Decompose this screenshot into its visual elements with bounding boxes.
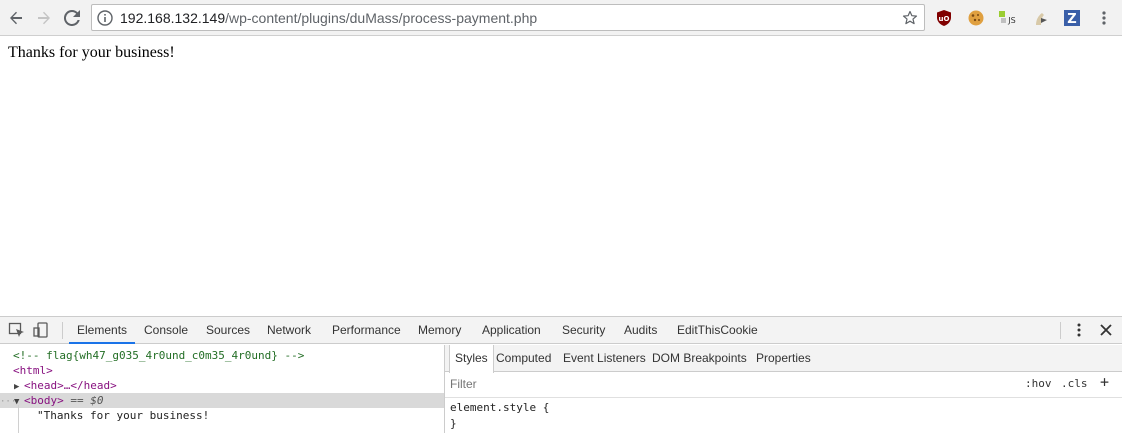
tree-guide [18, 405, 19, 433]
tab-styles[interactable]: Styles [449, 345, 494, 373]
dom-head-line[interactable]: ▶ <head>…</head> [0, 378, 444, 393]
devtools-tabbar: Elements Console Sources Network Perform… [0, 317, 1122, 344]
url-host: 192.168.132.149 [120, 10, 226, 26]
tab-properties[interactable]: Properties [756, 345, 811, 372]
forward-button[interactable] [32, 6, 56, 30]
cookie-icon [968, 10, 984, 26]
browser-toolbar: 192.168.132.149/wp-content/plugins/duMas… [0, 0, 1122, 36]
body-text-node: "Thanks for your business! [37, 409, 210, 422]
reload-button[interactable] [60, 6, 84, 30]
page-body-text: Thanks for your business! [8, 44, 175, 61]
tab-security[interactable]: Security [562, 317, 605, 344]
info-icon[interactable] [97, 10, 113, 26]
devtools-menu-icon[interactable] [1070, 322, 1088, 338]
tab-computed[interactable]: Computed [496, 345, 551, 372]
tab-elements[interactable]: Elements [68, 317, 136, 344]
devtools-panel: Elements Console Sources Network Perform… [0, 316, 1122, 433]
zotero-badge: Z [1067, 12, 1076, 27]
tab-audits[interactable]: Audits [624, 317, 657, 344]
kebab-menu-icon [1102, 11, 1106, 25]
element-style-open[interactable]: element.style { [450, 400, 549, 415]
stylus-icon [1036, 13, 1047, 25]
back-button[interactable] [4, 6, 28, 30]
tab-network[interactable]: Network [267, 317, 311, 344]
bookmark-star-icon[interactable] [902, 10, 918, 26]
close-devtools-icon[interactable] [1097, 322, 1115, 338]
html-tag: <html> [13, 364, 53, 377]
zotero-icon: Z [1064, 10, 1080, 27]
body-tag: <body> [24, 394, 64, 407]
browser-menu-button[interactable] [1094, 8, 1114, 28]
new-style-rule-button[interactable]: + [1100, 373, 1109, 391]
stylus-extension[interactable] [1030, 8, 1050, 28]
dom-comment-line[interactable]: <!-- flag{wh47_g035_4r0und_c0m35_4r0und}… [0, 348, 444, 363]
element-style-close: } [450, 417, 457, 430]
ublock-extension[interactable]: uO [934, 8, 954, 28]
styles-filter-input[interactable]: Filter [450, 377, 477, 391]
url-text[interactable]: 192.168.132.149/wp-content/plugins/duMas… [120, 10, 537, 27]
tab-performance[interactable]: Performance [332, 317, 401, 344]
selected-marker: == $0 [70, 394, 104, 407]
js-icon: JS [999, 11, 1016, 25]
tabbar-divider [62, 322, 63, 339]
tab-application[interactable]: Application [482, 317, 541, 344]
ublock-badge: uO [939, 15, 950, 23]
reload-icon [64, 10, 80, 26]
js-badge: JS [1007, 16, 1015, 25]
js-toggle-extension[interactable]: JS [998, 8, 1018, 28]
hov-toggle[interactable]: :hov [1025, 377, 1052, 390]
ublock-icon: uO [937, 10, 951, 26]
dom-html-line[interactable]: <html> [0, 363, 444, 378]
back-arrow-icon [10, 11, 22, 25]
forward-arrow-icon [38, 11, 50, 25]
tab-editthiscookie[interactable]: EditThisCookie [677, 317, 758, 344]
styles-filter-row: Filter :hov .cls + [445, 372, 1122, 398]
tab-event-listeners[interactable]: Event Listeners [563, 345, 646, 372]
dom-body-line[interactable]: ···▼ <body> == $0 [0, 393, 444, 408]
device-toolbar-icon[interactable] [33, 322, 51, 338]
flag-comment: <!-- flag{wh47_g035_4r0und_c0m35_4r0und}… [13, 349, 305, 362]
url-path: /wp-content/plugins/duMass/process-payme… [225, 10, 538, 26]
tab-dom-breakpoints[interactable]: DOM Breakpoints [652, 345, 747, 372]
cookie-extension[interactable] [966, 8, 986, 28]
tab-console[interactable]: Console [144, 317, 188, 344]
zotero-extension[interactable]: Z [1062, 8, 1082, 28]
cls-toggle[interactable]: .cls [1061, 377, 1088, 390]
address-bar[interactable]: 192.168.132.149/wp-content/plugins/duMas… [91, 4, 925, 31]
tab-sources[interactable]: Sources [206, 317, 250, 344]
styles-sidebar: Styles Computed Event Listeners DOM Brea… [444, 345, 1122, 433]
dom-text-line[interactable]: "Thanks for your business! [0, 408, 444, 423]
tabbar-right-divider [1060, 322, 1061, 339]
head-tag: <head>…</head> [24, 379, 117, 392]
elements-tree: <!-- flag{wh47_g035_4r0und_c0m35_4r0und}… [0, 345, 444, 433]
styles-tabbar: Styles Computed Event Listeners DOM Brea… [445, 345, 1122, 373]
tab-memory[interactable]: Memory [418, 317, 461, 344]
inspect-element-icon[interactable] [8, 322, 26, 338]
